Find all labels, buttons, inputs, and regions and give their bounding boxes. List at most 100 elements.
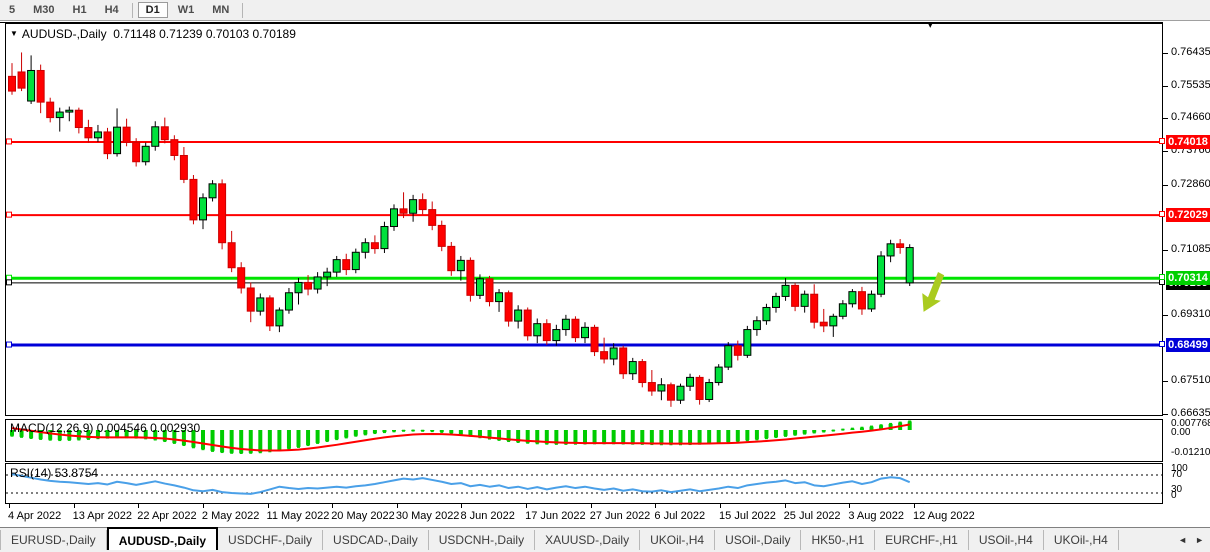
rsi-line — [12, 474, 910, 494]
candle-body — [66, 110, 73, 112]
macd-main-dot — [899, 422, 902, 424]
candle-body — [515, 310, 522, 321]
price-tag-0.74018: 0.74018 — [1166, 135, 1210, 149]
chart-tab-hk50-h1[interactable]: HK50-,H1 — [801, 530, 875, 550]
candle-body — [582, 327, 589, 337]
macd-main-dot — [163, 440, 166, 442]
candle-body — [868, 294, 875, 309]
tab-scroll-left-icon[interactable]: ◄ — [1178, 535, 1187, 545]
level-line-left-marker[interactable] — [7, 212, 12, 217]
candlestick-chart[interactable] — [6, 24, 1162, 415]
macd-main-dot — [880, 424, 883, 426]
level-line-left-marker[interactable] — [7, 280, 12, 285]
candle-body — [219, 184, 226, 243]
candle-body — [505, 293, 512, 321]
price-axis-tick — [1163, 381, 1168, 382]
candle-body — [238, 268, 245, 288]
price-tag-0.70314: 0.70314 — [1166, 271, 1210, 285]
macd-main-dot — [746, 439, 749, 441]
candle-body — [362, 243, 369, 253]
candle-body — [524, 310, 531, 336]
chart-tab-eurusd-daily[interactable]: EURUSD-,Daily — [0, 530, 107, 550]
timeframe-button-mn[interactable]: MN — [204, 2, 237, 18]
chart-tab-ukoil-h4[interactable]: UKOil-,H4 — [1044, 530, 1119, 550]
macd-main-dot — [87, 438, 90, 440]
date-axis-label: 20 May 2022 — [331, 510, 395, 522]
chart-tab-ukoil-h4[interactable]: UKOil-,H4 — [640, 530, 715, 550]
level-line-left-marker[interactable] — [7, 139, 12, 144]
macd-main-dot — [307, 444, 310, 446]
candle-body — [897, 244, 904, 248]
candle-body — [591, 327, 598, 351]
date-axis-label: 4 Apr 2022 — [8, 510, 61, 522]
chart-tab-usoil-daily[interactable]: USOil-,Daily — [715, 530, 801, 550]
chart-tab-xauusd-daily[interactable]: XAUUSD-,Daily — [535, 530, 640, 550]
chart-tab-audusd-daily[interactable]: AUDUSD-,Daily — [107, 527, 218, 550]
price-tag-marker — [1159, 274, 1165, 280]
timeframe-button-d1[interactable]: D1 — [138, 2, 168, 18]
date-axis-tick — [74, 504, 75, 508]
date-axis-tick — [655, 504, 656, 508]
rsi-indicator-chart[interactable] — [6, 464, 1162, 503]
candle-body — [677, 386, 684, 400]
tab-scroll-right-icon[interactable]: ► — [1195, 535, 1204, 545]
candle-body — [152, 127, 159, 147]
macd-main-dot — [230, 452, 233, 454]
chart-tab-eurchf-h1[interactable]: EURCHF-,H1 — [875, 530, 969, 550]
price-tag-marker — [1159, 211, 1165, 217]
candle-body — [734, 346, 741, 356]
level-line-left-marker[interactable] — [7, 342, 12, 347]
toolbar-separator — [242, 3, 243, 18]
date-axis-tick — [849, 504, 850, 508]
candle-body — [849, 292, 856, 304]
chart-tab-usoil-h4[interactable]: USOil-,H4 — [969, 530, 1044, 550]
candle-body — [324, 272, 331, 277]
candle-body — [667, 385, 674, 400]
candle-body — [314, 277, 321, 289]
candle-body — [161, 127, 168, 140]
candle-body — [47, 102, 54, 117]
macd-main-dot — [794, 434, 797, 436]
macd-main-dot — [775, 436, 778, 438]
macd-main-dot — [259, 451, 262, 453]
chart-tab-usdcad-daily[interactable]: USDCAD-,Daily — [323, 530, 429, 550]
price-axis-tick-label: 0.69310 — [1171, 308, 1210, 320]
date-axis-tick — [138, 504, 139, 508]
candle-body — [209, 184, 216, 198]
candle-body — [486, 279, 493, 302]
candle-body — [343, 260, 350, 270]
candle-body — [811, 294, 818, 322]
chart-title-ohlc: 0.71148 0.71239 0.70103 0.70189 — [113, 27, 296, 41]
timeframe-button-w1[interactable]: W1 — [170, 2, 203, 18]
date-axis[interactable]: 4 Apr 202213 Apr 202222 Apr 20222 May 20… — [6, 506, 1163, 527]
date-axis-tick — [914, 504, 915, 508]
macd-main-dot — [202, 448, 205, 450]
symbol-dropdown-icon[interactable]: ▼ — [10, 29, 18, 38]
candle-body — [276, 310, 283, 326]
macd-main-dot — [316, 442, 319, 444]
macd-main-dot — [373, 432, 376, 434]
timeframe-button-5[interactable]: 5 — [1, 2, 23, 18]
timeframe-button-h4[interactable]: H4 — [97, 2, 127, 18]
candle-body — [858, 292, 865, 309]
macd-main-dot — [755, 438, 758, 440]
date-axis-label: 2 May 2022 — [202, 510, 259, 522]
macd-main-dot — [803, 433, 806, 435]
candle-body — [295, 282, 302, 292]
price-axis[interactable]: 0.764350.755350.746600.737600.728600.710… — [1163, 22, 1210, 527]
macd-main-dot — [440, 431, 443, 433]
candle-body — [438, 225, 445, 246]
candle-body — [85, 128, 92, 138]
date-axis-label: 22 Apr 2022 — [137, 510, 196, 522]
candle-body — [782, 285, 789, 296]
timeframe-button-m30[interactable]: M30 — [25, 2, 62, 18]
macd-main-dot — [822, 431, 825, 433]
candle-body — [457, 260, 464, 270]
chart-tab-usdchf-daily[interactable]: USDCHF-,Daily — [218, 530, 323, 550]
candle-body — [887, 244, 894, 256]
chart-shift-marker-icon[interactable]: ▾ — [928, 20, 933, 31]
chart-tab-usdcnh-daily[interactable]: USDCNH-,Daily — [429, 530, 535, 550]
macd-main-dot — [393, 430, 396, 432]
price-axis-tick — [1163, 250, 1168, 251]
timeframe-button-h1[interactable]: H1 — [65, 2, 95, 18]
